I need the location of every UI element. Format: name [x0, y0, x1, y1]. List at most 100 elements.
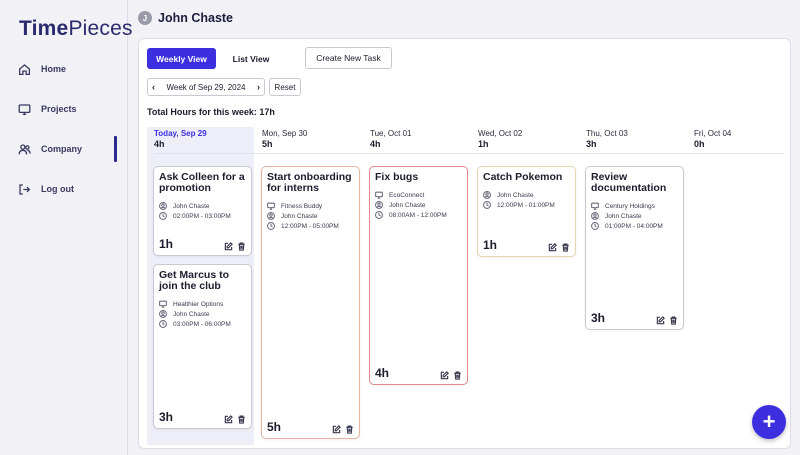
task-user-name: John Chaste [497, 191, 534, 199]
task-time-range: 08:00AM - 12:00PM [389, 211, 447, 219]
task-time: 08:00AM - 12:00PM [375, 210, 462, 220]
card-footer: 5h [267, 420, 354, 434]
task-title: Start onboarding for interns [267, 171, 352, 194]
sidebar-item-company[interactable]: Company [18, 136, 128, 162]
task-title: Ask Colleen for a promotion [159, 171, 245, 194]
task-user-name: John Chaste [281, 212, 318, 220]
task-time: 01:00PM - 04:00PM [591, 221, 678, 231]
list-view-button[interactable]: List View [225, 48, 277, 69]
task-project: Fitness Buddy [267, 201, 354, 211]
clock-icon [375, 211, 383, 219]
task-project-name: EcoConnect [389, 191, 425, 199]
monitor-icon [159, 300, 167, 308]
sidebar-item-label: Log out [41, 184, 74, 194]
task-user: John Chaste [159, 309, 246, 319]
edit-icon[interactable] [224, 415, 233, 424]
trash-icon[interactable] [669, 316, 678, 325]
sidebar-item-label: Home [41, 64, 67, 74]
clock-icon [591, 222, 599, 230]
day-column-header: Today, Sep 29 4h [154, 129, 262, 154]
task-card[interactable]: Start onboarding for interns Fitness Bud… [261, 166, 360, 439]
task-hours: 1h [159, 237, 174, 251]
task-time-range: 01:00PM - 04:00PM [605, 222, 663, 230]
day-hours: 5h [262, 139, 273, 149]
user-icon [267, 212, 275, 220]
app-logo[interactable]: TimePieces [19, 17, 133, 41]
trash-icon[interactable] [237, 242, 246, 251]
task-time-range: 03:00PM - 06:00PM [173, 320, 231, 328]
task-time: 03:00PM - 06:00PM [159, 319, 246, 329]
task-card[interactable]: Catch Pokemon John Chaste 12:00PM - 01:0… [477, 166, 576, 257]
edit-icon[interactable] [548, 243, 557, 252]
trash-icon[interactable] [237, 415, 246, 424]
trash-icon[interactable] [561, 243, 570, 252]
day-hours: 4h [370, 139, 381, 149]
chevron-right-icon[interactable]: › [257, 82, 260, 92]
clock-icon [483, 201, 491, 209]
clock-icon [159, 320, 167, 328]
logout-icon [19, 183, 31, 195]
sidebar-item-projects[interactable]: Projects [18, 96, 128, 122]
logo-part1: Time [19, 17, 69, 40]
task-hours: 3h [159, 410, 174, 424]
task-time: 12:00PM - 01:00PM [483, 200, 570, 210]
card-footer: 1h [483, 238, 570, 252]
task-user-name: John Chaste [173, 202, 210, 210]
add-task-fab[interactable]: + [752, 405, 786, 439]
day-column-header: Thu, Oct 03 3h [586, 129, 694, 154]
task-user: John Chaste [375, 200, 462, 210]
card-footer: 3h [591, 311, 678, 325]
card-actions [224, 242, 246, 251]
user-name: John Chaste [158, 11, 234, 25]
task-project-name: Fitness Buddy [281, 202, 323, 210]
user-icon [375, 201, 383, 209]
task-time-range: 12:00PM - 01:00PM [497, 201, 555, 209]
task-project: EcoConnect [375, 190, 462, 200]
card-footer: 4h [375, 366, 462, 380]
task-card[interactable]: Get Marcus to join the club Healthier Op… [153, 264, 252, 429]
trash-icon[interactable] [453, 371, 462, 380]
day-label: Tue, Oct 01 [370, 129, 412, 138]
monitor-icon [267, 202, 275, 210]
sidebar-item-logout[interactable]: Log out [18, 176, 128, 202]
task-time: 12:00PM - 05:00PM [267, 221, 354, 231]
sidebar-item-home[interactable]: Home [18, 56, 128, 82]
weekly-view-button[interactable]: Weekly View [147, 48, 216, 69]
user-icon [483, 191, 491, 199]
task-card[interactable]: Fix bugs EcoConnect John Chaste 08:00AM … [369, 166, 468, 385]
task-user: John Chaste [591, 211, 678, 221]
clock-icon [159, 212, 167, 220]
card-actions [440, 371, 462, 380]
task-hours: 4h [375, 366, 390, 380]
task-card[interactable]: Ask Colleen for a promotion John Chaste … [153, 166, 252, 256]
home-icon [18, 63, 31, 75]
day-hours: 3h [586, 139, 597, 149]
task-card[interactable]: Review documentation Century Holdings Jo… [585, 166, 684, 330]
edit-icon[interactable] [656, 316, 665, 325]
total-hours: Total Hours for this week: 17h [147, 107, 275, 117]
task-time-range: 02:00PM - 03:00PM [173, 212, 231, 220]
task-user-name: John Chaste [389, 201, 426, 209]
user-icon [159, 310, 167, 318]
edit-icon[interactable] [440, 371, 449, 380]
reset-button[interactable]: Reset [269, 78, 301, 96]
card-actions [548, 243, 570, 252]
task-project: Healthier Options [159, 299, 246, 309]
task-project-name: Healthier Options [173, 300, 224, 308]
edit-icon[interactable] [224, 242, 233, 251]
day-column-header: Wed, Oct 02 1h [478, 129, 586, 154]
avatar[interactable]: J [138, 11, 152, 25]
day-hours: 0h [694, 139, 705, 149]
task-hours: 1h [483, 238, 498, 252]
create-task-button[interactable]: Create New Task [305, 47, 392, 69]
day-label: Wed, Oct 02 [478, 129, 523, 138]
card-footer: 3h [159, 410, 246, 424]
chevron-left-icon[interactable]: ‹ [152, 82, 155, 92]
day-hours: 1h [478, 139, 489, 149]
card-footer: 1h [159, 237, 246, 251]
task-hours: 5h [267, 420, 282, 434]
active-nav-indicator [114, 136, 117, 162]
sidebar: TimePieces Home Projects Company Log out [0, 0, 132, 455]
edit-icon[interactable] [332, 425, 341, 434]
trash-icon[interactable] [345, 425, 354, 434]
